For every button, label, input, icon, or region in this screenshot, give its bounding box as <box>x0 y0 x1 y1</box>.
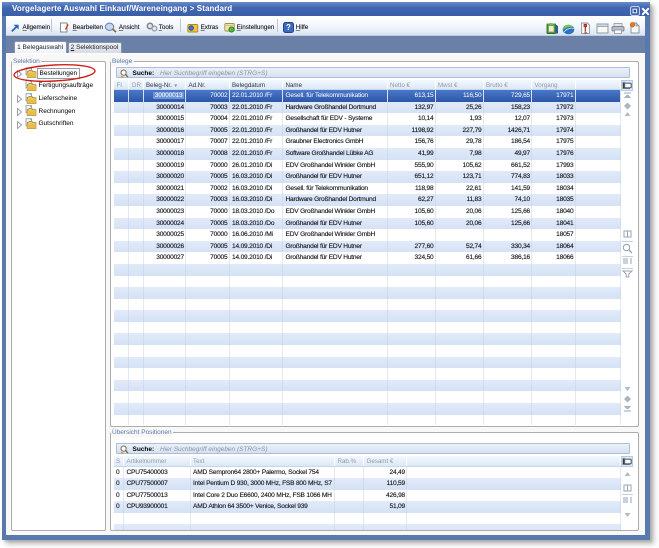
svg-text:?: ? <box>286 23 291 32</box>
